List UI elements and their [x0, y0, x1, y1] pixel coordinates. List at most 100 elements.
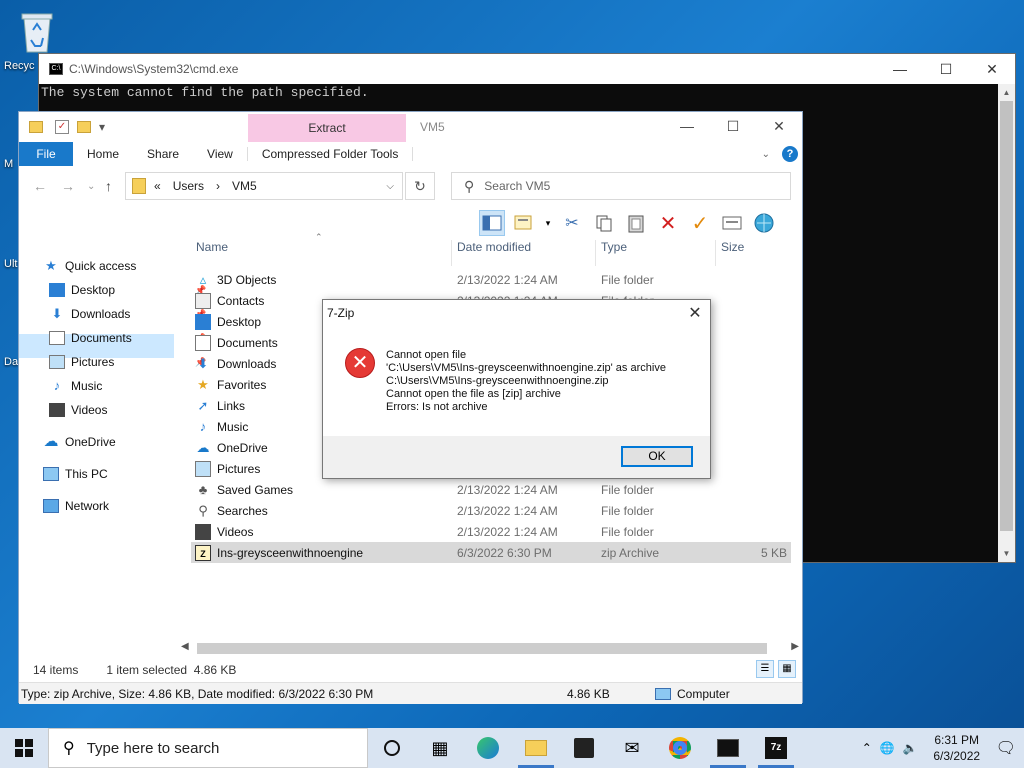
- nav-videos[interactable]: Videos: [49, 400, 107, 420]
- scroll-left-icon[interactable]: ◀: [181, 641, 189, 652]
- address-bar[interactable]: « Users › VM5 ⌵: [125, 172, 403, 200]
- tab-compressed-folder-tools[interactable]: Compressed Folder Tools: [246, 147, 414, 161]
- breadcrumb-overflow[interactable]: «: [154, 179, 161, 193]
- dialog-titlebar[interactable]: 7-Zip ✕: [323, 300, 710, 326]
- edge-icon[interactable]: [464, 728, 512, 768]
- network-globe-icon[interactable]: [751, 210, 777, 236]
- minimize-button[interactable]: —: [877, 61, 923, 78]
- desktop-icon-label[interactable]: M: [4, 158, 13, 170]
- desktop-icon-label[interactable]: Ult: [4, 258, 17, 270]
- paste-icon[interactable]: [623, 210, 649, 236]
- cmd-scrollbar[interactable]: ▲ ▼: [998, 84, 1015, 562]
- start-button[interactable]: [0, 728, 48, 768]
- task-view-icon[interactable]: ▦: [416, 728, 464, 768]
- properties-icon[interactable]: [719, 210, 745, 236]
- recent-locations-icon[interactable]: ⌄: [87, 181, 95, 192]
- breadcrumb-vm5[interactable]: VM5: [232, 179, 257, 193]
- file-date: 2/13/2022 1:24 AM: [457, 482, 558, 497]
- column-divider[interactable]: [595, 240, 596, 266]
- column-header-name[interactable]: Name: [196, 240, 228, 262]
- close-icon[interactable]: ✕: [680, 303, 710, 323]
- nav-desktop[interactable]: Desktop 📌: [49, 280, 206, 300]
- column-header-date[interactable]: Date modified: [457, 240, 531, 262]
- layout-dropdown-icon[interactable]: ▾: [543, 210, 553, 236]
- new-folder-icon[interactable]: [77, 121, 91, 133]
- clock[interactable]: 6:31 PM 6/3/2022: [926, 732, 988, 764]
- tab-home[interactable]: Home: [73, 147, 133, 161]
- column-header-size[interactable]: Size: [721, 240, 744, 262]
- maximize-button[interactable]: ☐: [923, 61, 969, 78]
- ribbon-expand-icon[interactable]: ⌄: [762, 149, 770, 160]
- layout-icon[interactable]: [511, 210, 537, 236]
- nav-quick-access[interactable]: ★ Quick access: [43, 256, 136, 276]
- column-divider[interactable]: [715, 240, 716, 266]
- tab-share[interactable]: Share: [133, 147, 193, 161]
- nav-network[interactable]: Network: [43, 496, 109, 516]
- file-row-selected[interactable]: Z Ins-greysceenwithnoengine 6/3/2022 6:30 …: [191, 542, 791, 563]
- search-placeholder[interactable]: Search VM5: [484, 179, 550, 193]
- column-divider[interactable]: [451, 240, 452, 266]
- properties-icon[interactable]: ✓: [55, 120, 69, 134]
- notifications-icon[interactable]: 🗨: [996, 738, 1016, 758]
- breadcrumb-users[interactable]: Users: [173, 179, 204, 193]
- scroll-thumb[interactable]: [1000, 101, 1013, 531]
- file-row[interactable]: ♣ Saved Games 2/13/2022 1:24 AM File folder: [191, 479, 791, 500]
- horizontal-scrollbar[interactable]: ◀ ▶: [179, 640, 801, 657]
- refresh-button[interactable]: ↻: [405, 172, 435, 200]
- qat-customize-icon[interactable]: ▾: [99, 120, 105, 134]
- minimize-button[interactable]: —: [664, 112, 710, 140]
- file-row[interactable]: ▵ 3D Objects 2/13/2022 1:24 AM File folder: [191, 269, 791, 290]
- tab-view[interactable]: View: [193, 147, 247, 161]
- file-explorer-icon[interactable]: [512, 728, 560, 768]
- tray-overflow-icon[interactable]: ⌃: [862, 741, 872, 755]
- delete-icon[interactable]: ✕: [655, 210, 681, 236]
- mail-icon[interactable]: ✉: [608, 728, 656, 768]
- tab-file[interactable]: File: [19, 142, 73, 166]
- nav-this-pc[interactable]: This PC: [43, 464, 108, 484]
- 7zip-error-dialog[interactable]: 7-Zip ✕ ✕ Cannot open file 'C:\Users\VM5…: [322, 299, 711, 479]
- 7zip-taskbar-icon[interactable]: 7z: [752, 728, 800, 768]
- address-dropdown-icon[interactable]: ⌵: [386, 181, 394, 192]
- cortana-icon[interactable]: [368, 728, 416, 768]
- copy-icon[interactable]: [591, 210, 617, 236]
- taskbar-search[interactable]: ⚲ Type here to search: [48, 728, 368, 768]
- nav-music[interactable]: ♪ Music: [49, 376, 103, 396]
- up-button[interactable]: ↑: [105, 178, 112, 194]
- breadcrumb-separator[interactable]: ›: [216, 179, 220, 193]
- help-icon[interactable]: ?: [782, 146, 798, 162]
- large-icons-view-icon[interactable]: ▦: [778, 660, 796, 678]
- recycle-bin-icon[interactable]: [18, 8, 56, 54]
- scroll-right-icon[interactable]: ▶: [791, 641, 799, 652]
- file-date: 2/13/2022 1:24 AM: [457, 272, 558, 287]
- scroll-up-icon[interactable]: ▲: [998, 84, 1015, 101]
- nav-pictures[interactable]: Pictures 📌: [49, 352, 206, 372]
- extract-context-tab[interactable]: Extract: [248, 114, 406, 142]
- ok-button[interactable]: OK: [621, 446, 693, 467]
- volume-icon[interactable]: 🔈: [903, 741, 918, 755]
- forward-button[interactable]: →: [61, 178, 75, 194]
- details-view-icon[interactable]: ☰: [756, 660, 774, 678]
- maximize-button[interactable]: ☐: [710, 112, 756, 140]
- search-box[interactable]: ⚲ Search VM5: [451, 172, 791, 200]
- network-icon[interactable]: 🌐: [880, 741, 895, 755]
- back-button[interactable]: ←: [33, 178, 47, 194]
- cmd-taskbar-icon[interactable]: [704, 728, 752, 768]
- rename-icon[interactable]: ✓: [687, 210, 713, 236]
- cut-icon[interactable]: ✂: [559, 210, 585, 236]
- nav-documents[interactable]: Documents📌: [49, 328, 206, 348]
- chrome-icon[interactable]: [656, 728, 704, 768]
- close-button[interactable]: ✕: [756, 112, 802, 140]
- file-row[interactable]: ⚲ Searches 2/13/2022 1:24 AM File folder: [191, 500, 791, 521]
- store-icon[interactable]: [560, 728, 608, 768]
- close-button[interactable]: ✕: [969, 61, 1015, 78]
- desktop-icon-label[interactable]: Recyc: [4, 60, 35, 72]
- file-row[interactable]: Videos 2/13/2022 1:24 AM File folder: [191, 521, 791, 542]
- nav-downloads[interactable]: ⬇Downloads📌: [49, 304, 207, 324]
- column-header-type[interactable]: Type: [601, 240, 627, 262]
- preview-pane-icon[interactable]: [479, 210, 505, 236]
- nav-onedrive[interactable]: ☁ OneDrive: [43, 432, 116, 452]
- scroll-down-icon[interactable]: ▼: [998, 545, 1015, 562]
- scroll-thumb[interactable]: [197, 643, 767, 654]
- desktop-icon-label[interactable]: Da: [4, 356, 18, 368]
- cmd-titlebar[interactable]: C:\ C:\Windows\System32\cmd.exe — ☐ ✕: [39, 54, 1015, 84]
